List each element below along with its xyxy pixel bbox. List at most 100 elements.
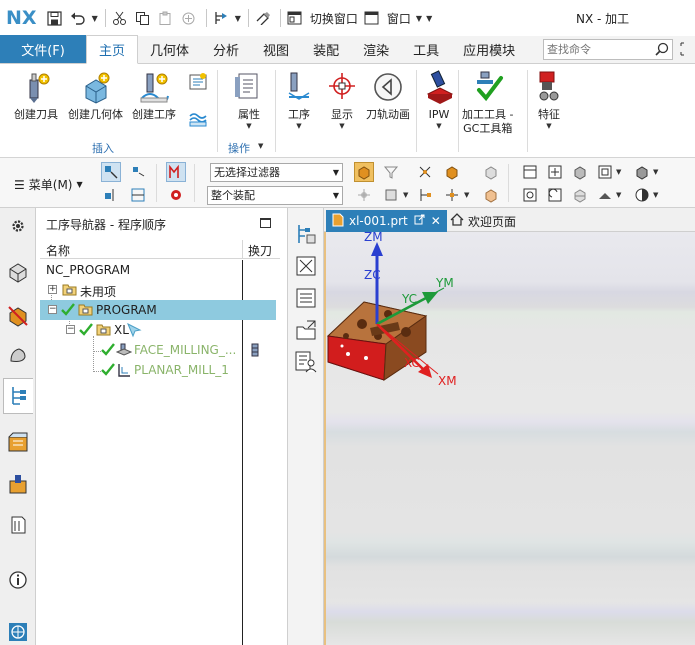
tree-row-planar-mill[interactable]: PLANAR_MILL_1 (40, 360, 276, 380)
select-vertex-icon[interactable] (354, 185, 374, 205)
tree-row-face-milling[interactable]: FACE_MILLING_... (40, 340, 276, 360)
menu-button[interactable]: ☰ 菜单(M) ▼ (14, 176, 83, 193)
ipw-button[interactable]: IPW ▼ (422, 68, 456, 130)
expand-icon[interactable]: + (48, 285, 57, 294)
maximize-icon[interactable] (260, 218, 271, 228)
tab-view[interactable]: 视图 (251, 35, 301, 63)
program-order-view-icon[interactable] (294, 222, 318, 246)
render-style-icon[interactable] (570, 162, 590, 182)
edit-tool-icon[interactable] (188, 72, 208, 92)
window-icon[interactable] (362, 7, 382, 29)
magnet-icon[interactable] (253, 7, 273, 29)
display-button[interactable]: 显示 ▼ (325, 68, 359, 130)
select-face-icon[interactable] (101, 185, 121, 205)
snap-point-icon[interactable] (415, 162, 435, 182)
cut-icon[interactable] (110, 7, 130, 29)
rotate-view-icon[interactable] (545, 185, 565, 205)
column-name-header[interactable]: 名称 (46, 242, 70, 259)
export-icon[interactable] (294, 318, 318, 342)
attributes-button[interactable]: 属性 ▼ (232, 68, 266, 130)
window-dropdown-icon[interactable]: ▼ (416, 14, 422, 23)
touch-mode-dropdown-icon[interactable]: ▼ (235, 14, 241, 23)
switch-window-button[interactable]: 切换窗口 (310, 10, 358, 27)
machining-feature-navigator-icon[interactable] (6, 472, 30, 496)
tree-row-program[interactable]: − PROGRAM (40, 300, 276, 320)
tab-home[interactable]: 主页 (86, 35, 139, 64)
display-dropdown-icon[interactable]: ▼ (339, 122, 344, 130)
constraint-navigator-icon[interactable] (6, 304, 30, 328)
undo-dropdown-icon[interactable]: ▼ (92, 14, 98, 23)
snap-endpoint-icon[interactable] (415, 185, 435, 205)
show-hide-sheet-icon[interactable] (481, 185, 501, 205)
create-geometry-button[interactable]: 创建几何体 (68, 68, 123, 122)
view-orient-icon[interactable] (520, 162, 540, 182)
operations-group-dropdown-icon[interactable]: ▼ (258, 142, 263, 150)
wireframe-dropdown-icon[interactable]: ▼ (653, 168, 658, 176)
show-hide-body-icon[interactable] (481, 162, 501, 182)
shaded-dropdown-icon[interactable]: ▼ (616, 191, 621, 199)
tab-file[interactable]: 文件(F) (0, 35, 86, 63)
select-edge-icon[interactable] (128, 185, 148, 205)
close-icon[interactable]: ✕ (431, 214, 441, 228)
tab-xl-001-prt[interactable]: xl-001.prt ✕ (326, 210, 447, 232)
collapse-icon[interactable]: − (66, 325, 75, 334)
machine-tool-navigator-icon[interactable] (6, 430, 30, 454)
operation-navigator-icon[interactable] (3, 378, 33, 414)
select-group-icon[interactable] (166, 185, 186, 205)
filter-icon[interactable] (381, 162, 401, 182)
mfg-tools-gc-toolbox-button[interactable]: 加工工具 - GC工具箱 (462, 68, 513, 136)
assembly-navigator-icon[interactable] (6, 260, 30, 284)
view-refresh-icon[interactable] (520, 185, 540, 205)
feature-dropdown-icon[interactable]: ▼ (546, 122, 551, 130)
background-icon[interactable] (632, 185, 652, 205)
wireframe-icon[interactable] (632, 162, 652, 182)
fit-view-icon[interactable] (545, 162, 565, 182)
snap-dropdown-icon[interactable]: ▼ (464, 191, 469, 199)
snap-midpoint-icon[interactable] (442, 185, 462, 205)
settings-gear-icon[interactable] (6, 214, 30, 238)
web-browser-icon[interactable] (6, 620, 30, 644)
create-operation-button[interactable]: 创建工序 (132, 68, 176, 122)
tab-geometry[interactable]: 几何体 (138, 35, 201, 63)
shaded-icon[interactable] (595, 185, 615, 205)
graphics-window[interactable]: ZM ZC YC YM XC XM (324, 232, 695, 645)
machining-layer-icon[interactable] (188, 108, 208, 128)
switch-window-icon[interactable] (285, 7, 305, 29)
tab-application[interactable]: 应用模块 (451, 35, 527, 63)
operation-button[interactable]: 工序 ▼ (282, 68, 316, 130)
close-box-icon[interactable] (294, 254, 318, 278)
edit-section-icon[interactable] (570, 185, 590, 205)
undo-icon[interactable] (68, 7, 88, 29)
tab-tools[interactable]: 工具 (401, 35, 451, 63)
select-component-icon[interactable] (381, 185, 401, 205)
tab-welcome-page[interactable]: 欢迎页面 (444, 210, 522, 232)
column-tool-change-header[interactable]: 换刀 (248, 242, 272, 259)
operation-dropdown-icon[interactable]: ▼ (296, 122, 301, 130)
multi-select-icon[interactable] (166, 162, 186, 182)
create-tool-button[interactable]: 创建刀具 (14, 68, 58, 122)
attributes-dropdown-icon[interactable]: ▼ (246, 122, 251, 130)
fit-box-icon[interactable] (595, 162, 615, 182)
select-solid-body-icon[interactable] (354, 162, 374, 182)
tree-row-xl[interactable]: − XL (40, 320, 276, 340)
type-filter-select[interactable]: 无选择过滤器 ▼ (210, 163, 343, 182)
fit-dropdown-icon[interactable]: ▼ (616, 168, 621, 176)
tab-assembly[interactable]: 装配 (301, 35, 351, 63)
info-icon[interactable] (6, 568, 30, 592)
tab-render[interactable]: 渲染 (351, 35, 401, 63)
paste-icon[interactable] (156, 7, 176, 29)
snap-body-icon[interactable] (442, 162, 462, 182)
copy-icon[interactable] (133, 7, 153, 29)
select-body-icon[interactable] (128, 162, 148, 182)
ipw-dropdown-icon[interactable]: ▼ (436, 122, 441, 130)
customize-qat-icon[interactable]: ▼ (426, 14, 432, 23)
search-icon[interactable] (655, 42, 669, 59)
tab-analysis[interactable]: 分析 (201, 35, 251, 63)
selection-scope-select[interactable]: 整个装配 ▼ (207, 186, 343, 205)
tree-row-unused-items[interactable]: + 未用项 (40, 280, 276, 300)
collapse-icon[interactable]: − (48, 305, 57, 314)
tab-options-icon[interactable] (414, 214, 425, 228)
toolpath-animation-button[interactable]: 刀轨动画 (366, 68, 410, 122)
command-search-input[interactable] (544, 40, 652, 59)
ribbon-options-icon[interactable] (680, 42, 692, 60)
